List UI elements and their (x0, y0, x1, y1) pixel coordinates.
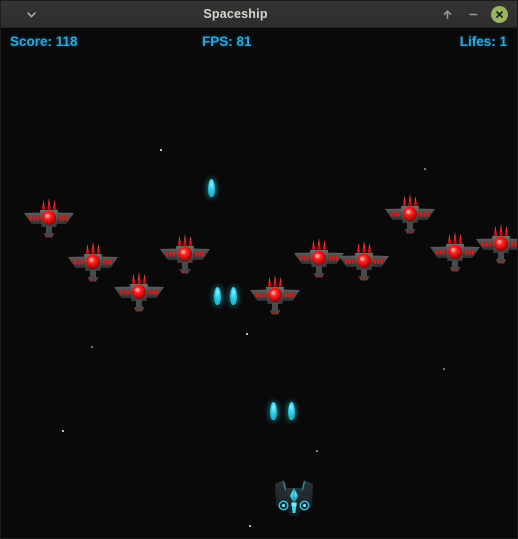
minus-icon (467, 8, 480, 21)
title-bar[interactable]: Spaceship (1, 1, 517, 28)
minimize-button[interactable] (465, 6, 482, 23)
chevron-down-icon (25, 8, 38, 21)
app-window: Spaceship Score: 118 FPS: 81 Lifes: 1 (0, 0, 518, 539)
bullet-core (213, 287, 221, 305)
star (245, 332, 249, 336)
player-ship[interactable] (267, 472, 321, 524)
bullet (287, 402, 296, 422)
star (61, 429, 65, 433)
bullet-core (287, 402, 295, 420)
fps-label: FPS: 81 (202, 34, 252, 49)
arrow-up-icon (441, 8, 454, 21)
star (316, 450, 318, 452)
bullet-core (207, 179, 215, 197)
bullet-core (269, 402, 277, 420)
bullet (213, 287, 222, 307)
close-x-icon (494, 9, 505, 20)
game-canvas[interactable]: Score: 118 FPS: 81 Lifes: 1 (1, 28, 517, 538)
close-button[interactable] (491, 5, 508, 23)
enemy-ship (336, 239, 392, 285)
bullet (269, 402, 278, 422)
enemy-ship (157, 232, 213, 278)
hud: Score: 118 FPS: 81 Lifes: 1 (1, 28, 517, 56)
star (91, 346, 93, 348)
maximize-button[interactable] (439, 6, 456, 23)
window-title: Spaceship (203, 7, 268, 21)
star (159, 148, 163, 152)
star (424, 168, 426, 170)
bullet-core (229, 287, 237, 305)
enemy-ship (21, 196, 77, 242)
star (248, 524, 252, 528)
menu-chevron-button[interactable] (23, 6, 40, 23)
lifes-label: Lifes: 1 (459, 34, 507, 49)
bullet (229, 287, 238, 307)
title-bar-left-controls (1, 6, 61, 23)
title-bar-right-controls (410, 5, 517, 23)
enemy-ship (473, 222, 517, 268)
score-label: Score: 118 (10, 34, 78, 49)
bullet (207, 179, 216, 199)
star (443, 368, 445, 370)
